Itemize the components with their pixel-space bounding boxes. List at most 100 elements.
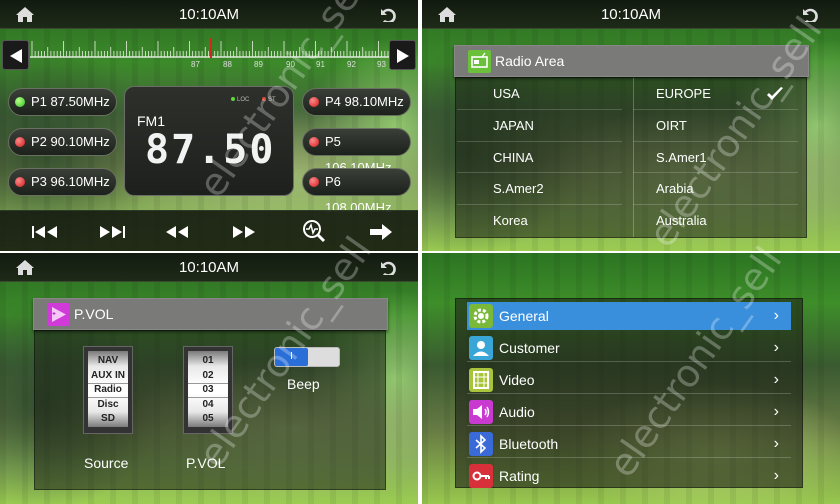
back-icon[interactable]	[378, 260, 396, 275]
chevron-right-icon: ›	[773, 467, 779, 484]
preset-p1[interactable]: P1 87.50MHz	[8, 88, 117, 116]
film-icon	[469, 368, 493, 392]
region-option[interactable]: OIRT	[633, 110, 798, 142]
radio-icon	[468, 50, 491, 73]
preset-label: P4 98.10MHz	[325, 94, 404, 109]
chevron-right-icon: ›	[773, 403, 779, 420]
dialog-title: P.VOL	[74, 306, 114, 322]
arrow-right-icon	[397, 49, 409, 63]
clock: 10:10AM	[600, 6, 662, 23]
source-option[interactable]: AUX IN	[84, 370, 132, 381]
beep-label: Beep	[287, 376, 320, 392]
playback-controls	[0, 210, 418, 251]
pvol-option[interactable]: 05	[184, 413, 232, 424]
region-option[interactable]: Australia	[633, 205, 798, 237]
back-icon[interactable]	[800, 7, 818, 22]
ruler-label: 89	[254, 60, 263, 69]
settings-item-bluetooth[interactable]: Bluetooth ›	[467, 430, 791, 458]
chevron-right-icon: ›	[773, 339, 779, 356]
settings-item-label: Rating	[499, 468, 540, 484]
preset-p6[interactable]: P6 108.00MHz	[302, 168, 411, 215]
key-icon	[469, 464, 493, 488]
ruler-label: 87	[191, 60, 200, 69]
toggle-on-indicator: I	[275, 348, 308, 366]
ruler-label: 92	[347, 60, 356, 69]
pvol-option[interactable]: 02	[184, 370, 232, 381]
settings-item-customer[interactable]: Customer ›	[467, 334, 791, 362]
preset-label: P1 87.50MHz	[31, 94, 110, 109]
region-option[interactable]: S.Amer1	[633, 142, 798, 174]
tune-up-button[interactable]	[389, 40, 416, 70]
settings-item-label: Video	[499, 372, 535, 388]
skip-forward-icon[interactable]	[98, 222, 126, 242]
chevron-right-icon: ›	[773, 371, 779, 388]
status-bar: 10:10AM	[0, 253, 418, 282]
source-option[interactable]: Disc	[84, 399, 132, 410]
preset-label: P6 108.00MHz	[325, 174, 392, 215]
region-option[interactable]: CHINA	[457, 142, 622, 174]
scan-icon[interactable]	[302, 219, 328, 243]
bluetooth-icon	[469, 432, 493, 456]
source-option-selected[interactable]: Radio	[84, 384, 132, 395]
back-icon[interactable]	[378, 7, 396, 22]
user-icon	[469, 336, 493, 360]
preset-p3[interactable]: P3 96.10MHz	[8, 168, 117, 196]
settings-item-rating[interactable]: Rating ›	[467, 462, 791, 490]
pvol-option[interactable]: 04	[184, 399, 232, 410]
region-grid: USA JAPAN CHINA S.Amer2 Korea EUROPE OIR…	[457, 78, 798, 237]
inactive-indicator	[15, 137, 25, 147]
arrow-left-icon	[10, 49, 22, 63]
settings-item-audio[interactable]: Audio ›	[467, 398, 791, 426]
region-option[interactable]: S.Amer2	[457, 173, 622, 206]
clock: 10:10AM	[178, 259, 240, 276]
inactive-indicator	[309, 97, 319, 107]
next-arrow-icon[interactable]	[368, 222, 394, 242]
pvol-option[interactable]: 01	[184, 355, 232, 366]
preset-label: P2 90.10MHz	[31, 134, 110, 149]
ruler-label: 90	[286, 60, 295, 69]
region-option[interactable]: JAPAN	[457, 110, 622, 142]
preset-p5[interactable]: P5 106.10MHz	[302, 128, 411, 175]
column-divider	[633, 78, 634, 237]
pvol-option-selected[interactable]: 03	[184, 384, 232, 395]
active-indicator	[15, 97, 25, 107]
tune-down-button[interactable]	[2, 40, 29, 70]
loc-indicator: LOC	[231, 97, 249, 103]
settings-item-label: Customer	[499, 340, 560, 356]
source-option[interactable]: SD	[84, 413, 132, 424]
dialog-title: Radio Area	[495, 53, 565, 69]
ruler-label: 91	[316, 60, 325, 69]
beep-toggle[interactable]: I	[274, 347, 340, 367]
settings-item-video[interactable]: Video ›	[467, 366, 791, 394]
settings-item-label: General	[499, 308, 549, 324]
settings-item-label: Bluetooth	[499, 436, 559, 452]
radio-area-header: Radio Area	[454, 45, 809, 77]
skip-back-icon[interactable]	[31, 222, 59, 242]
checkmark-icon	[767, 87, 783, 100]
frequency-value: 87.50	[145, 127, 276, 173]
preset-p2[interactable]: P2 90.10MHz	[8, 128, 117, 156]
st-indicator: ST	[262, 97, 276, 103]
settings-item-label: Audio	[499, 404, 535, 420]
chevron-right-icon: ›	[773, 307, 779, 324]
source-option[interactable]: NAV	[84, 355, 132, 366]
settings-item-general[interactable]: General ›	[467, 302, 791, 330]
preset-p4[interactable]: P4 98.10MHz	[302, 88, 411, 116]
pvol-icon	[47, 303, 70, 326]
ruler-label: 88	[223, 60, 232, 69]
preset-label: P3 96.10MHz	[31, 174, 110, 189]
region-option[interactable]: USA	[457, 78, 622, 110]
inactive-indicator	[15, 177, 25, 187]
status-bar: 10:10AM	[0, 0, 418, 29]
ruler-label: 93	[377, 60, 386, 69]
source-label: Source	[84, 455, 129, 471]
speaker-icon	[469, 400, 493, 424]
source-picker[interactable]: NAV AUX IN Radio Disc SD	[83, 346, 133, 434]
pvol-header: P.VOL	[33, 298, 388, 330]
rewind-icon[interactable]	[164, 222, 190, 242]
region-option[interactable]: Arabia	[633, 173, 798, 206]
pvol-picker[interactable]: 01 02 03 04 05	[183, 346, 233, 434]
fast-forward-icon[interactable]	[231, 222, 257, 242]
region-option[interactable]: Korea	[457, 205, 622, 237]
radio-screen: 10:10AM 87 88 89 90 91 92 93 P1 87.50MHz…	[0, 0, 418, 251]
